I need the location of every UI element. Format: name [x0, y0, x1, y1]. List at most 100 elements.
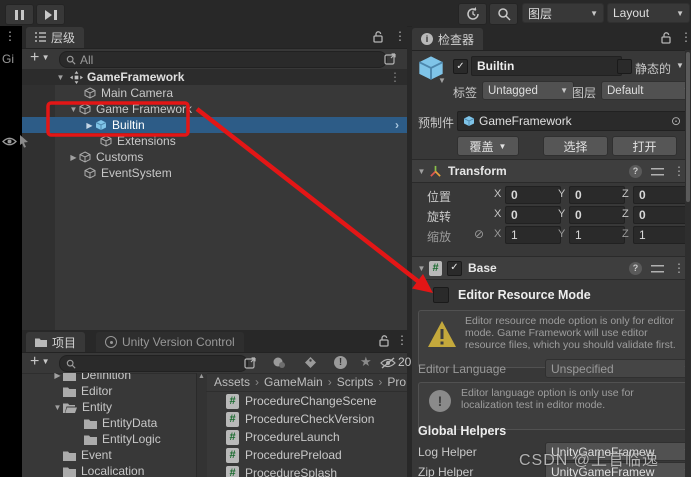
scene-menu-icon[interactable]: ⋮ [389, 71, 401, 83]
open-prefab-chevron[interactable]: › [395, 118, 399, 132]
unlock-icon[interactable] [378, 335, 390, 347]
editor-language-dropdown[interactable]: Unspecified ▼ [545, 359, 691, 378]
tree-row-customs[interactable]: ▶ Customs [22, 149, 407, 165]
hierarchy-menu-icon[interactable]: ⋮ [394, 30, 406, 42]
layer-dropdown[interactable]: Default ▼ [601, 81, 691, 100]
rotation-y-field[interactable]: 0 [569, 206, 625, 224]
file-row[interactable]: # ProcedureChangeScene [206, 392, 407, 410]
open-in-window-icon[interactable] [384, 52, 397, 65]
folder-row-event[interactable]: Event [22, 447, 196, 463]
tag-dropdown[interactable]: Untagged ▼ [482, 81, 574, 100]
name-field[interactable]: Builtin [471, 56, 622, 76]
component-menu-icon[interactable]: ⋮ [673, 165, 685, 177]
breadcrumb-scripts[interactable]: Scripts [337, 375, 374, 389]
rotation-x-field[interactable]: 0 [505, 206, 561, 224]
scale-z-field[interactable]: 1 [633, 226, 689, 244]
presets-icon[interactable] [651, 165, 664, 177]
search-by-type-icon[interactable] [272, 356, 286, 369]
foldout-closed-icon[interactable]: ▶ [68, 153, 79, 162]
project-search-input[interactable] [59, 355, 248, 372]
axis-x-label: X [494, 228, 502, 240]
tab-inspector[interactable]: i 检查器 [412, 28, 484, 50]
scene-row[interactable]: ▼ GameFramework ⋮ [22, 69, 407, 85]
transform-header[interactable]: ▼ Transform ? ⋮ [412, 159, 691, 183]
file-row[interactable]: # ProcedureCheckVersion [206, 410, 407, 428]
important-filter-icon[interactable]: ! [334, 356, 347, 369]
rotation-z-field[interactable]: 0 [633, 206, 689, 224]
foldout-closed-icon[interactable]: ▶ [84, 121, 95, 130]
tree-row-eventsystem[interactable]: EventSystem [22, 165, 407, 181]
dock-menu-icon[interactable]: ⋮ [4, 30, 16, 42]
constrain-proportions-icon[interactable]: ⊘ [474, 227, 484, 241]
component-menu-icon[interactable]: ⋮ [673, 262, 685, 274]
position-y-field[interactable]: 0 [569, 186, 625, 204]
static-checkbox[interactable] [617, 59, 632, 74]
object-picker-icon[interactable]: ⊙ [671, 114, 681, 128]
project-add-button[interactable]: + ▼ [30, 353, 49, 371]
scrollbar-thumb[interactable] [686, 52, 690, 202]
scroll-up-icon[interactable]: ▲ [198, 373, 205, 380]
tab-project[interactable]: 项目 [26, 332, 86, 352]
inspector-scrollbar[interactable] [685, 50, 691, 477]
file-row[interactable]: # ProcedurePreload [206, 446, 407, 464]
help-icon[interactable]: ? [629, 261, 642, 275]
undo-history-button[interactable] [458, 3, 487, 25]
scale-x-field[interactable]: 1 [505, 226, 561, 244]
scene-pickability-icon[interactable] [17, 134, 30, 148]
folder-row-definition[interactable]: ▶ Definition [22, 373, 196, 383]
editor-resource-mode-checkbox[interactable] [433, 287, 449, 303]
position-x-field[interactable]: 0 [505, 186, 561, 204]
file-row[interactable]: # ProcedureLaunch [206, 428, 407, 446]
foldout-open-icon[interactable]: ▼ [416, 167, 427, 176]
presets-icon[interactable] [651, 262, 664, 274]
tree-row-main-camera[interactable]: Main Camera [22, 85, 407, 101]
search-by-label-icon[interactable] [304, 356, 317, 369]
active-checkbox[interactable]: ✓ [453, 59, 468, 74]
folder-row-localication[interactable]: Localication [22, 463, 196, 477]
open-in-window-icon[interactable] [244, 356, 257, 369]
step-button[interactable] [36, 4, 65, 25]
prefab-object-field[interactable]: GameFramework ⊙ [457, 111, 687, 131]
breadcrumb-gamemain[interactable]: GameMain [264, 375, 323, 389]
scene-visibility-eye-icon[interactable] [2, 136, 17, 147]
hidden-packages-eye-icon[interactable] [380, 357, 396, 369]
open-button[interactable]: 打开 [612, 136, 677, 156]
layers-dropdown[interactable]: 图层 ▼ [522, 3, 604, 23]
breadcrumb-procedure[interactable]: Pro [387, 375, 406, 389]
favorites-star-icon[interactable]: ★ [360, 354, 372, 370]
hierarchy-add-button[interactable]: + ▼ [30, 49, 49, 67]
base-header[interactable]: ▼ # ✓ Base ? ⋮ [412, 256, 691, 280]
layout-dropdown[interactable]: Layout ▼ [607, 3, 690, 23]
folder-row-entity[interactable]: ▼ Entity [22, 399, 196, 415]
folder-row-editor[interactable]: Editor [22, 383, 196, 399]
foldout-closed-icon[interactable]: ▶ [52, 373, 63, 380]
base-enabled-checkbox[interactable]: ✓ [447, 260, 462, 276]
help-icon[interactable]: ? [629, 164, 642, 178]
hierarchy-search-input[interactable]: All [59, 51, 387, 68]
pause-button[interactable] [5, 4, 34, 25]
tree-row-extensions[interactable]: Extensions [22, 133, 407, 149]
folder-row-entitydata[interactable]: EntityData [22, 415, 196, 431]
tab-hierarchy[interactable]: 层级 [26, 27, 85, 48]
tree-row-builtin-selected[interactable]: ▶ Builtin › [22, 117, 407, 133]
search-button[interactable] [489, 3, 518, 25]
foldout-open-icon[interactable]: ▼ [416, 264, 427, 273]
scale-y-field[interactable]: 1 [569, 226, 625, 244]
icon-picker-chevron[interactable]: ▼ [438, 76, 446, 85]
inspector-menu-icon[interactable]: ⋮ [680, 31, 691, 43]
overrides-button[interactable]: 覆盖 ▼ [457, 136, 519, 156]
position-z-field[interactable]: 0 [633, 186, 689, 204]
tree-row-game-framework[interactable]: ▼ Game Framework [22, 101, 407, 117]
breadcrumb-assets[interactable]: Assets [214, 375, 250, 389]
static-flags-chevron[interactable]: ▼ [676, 61, 684, 70]
foldout-open-icon[interactable]: ▼ [68, 105, 79, 114]
project-menu-icon[interactable]: ⋮ [396, 334, 408, 346]
foldout-open-icon[interactable]: ▼ [55, 73, 66, 82]
unlock-icon[interactable] [372, 31, 384, 43]
select-button[interactable]: 选择 [543, 136, 608, 156]
foldout-open-icon[interactable]: ▼ [52, 403, 63, 412]
tab-unity-version-control[interactable]: Unity Version Control [96, 332, 244, 352]
folder-row-entitylogic[interactable]: EntityLogic [22, 431, 196, 447]
unlock-icon[interactable] [660, 32, 672, 44]
file-row[interactable]: # ProcedureSplash [206, 464, 407, 477]
